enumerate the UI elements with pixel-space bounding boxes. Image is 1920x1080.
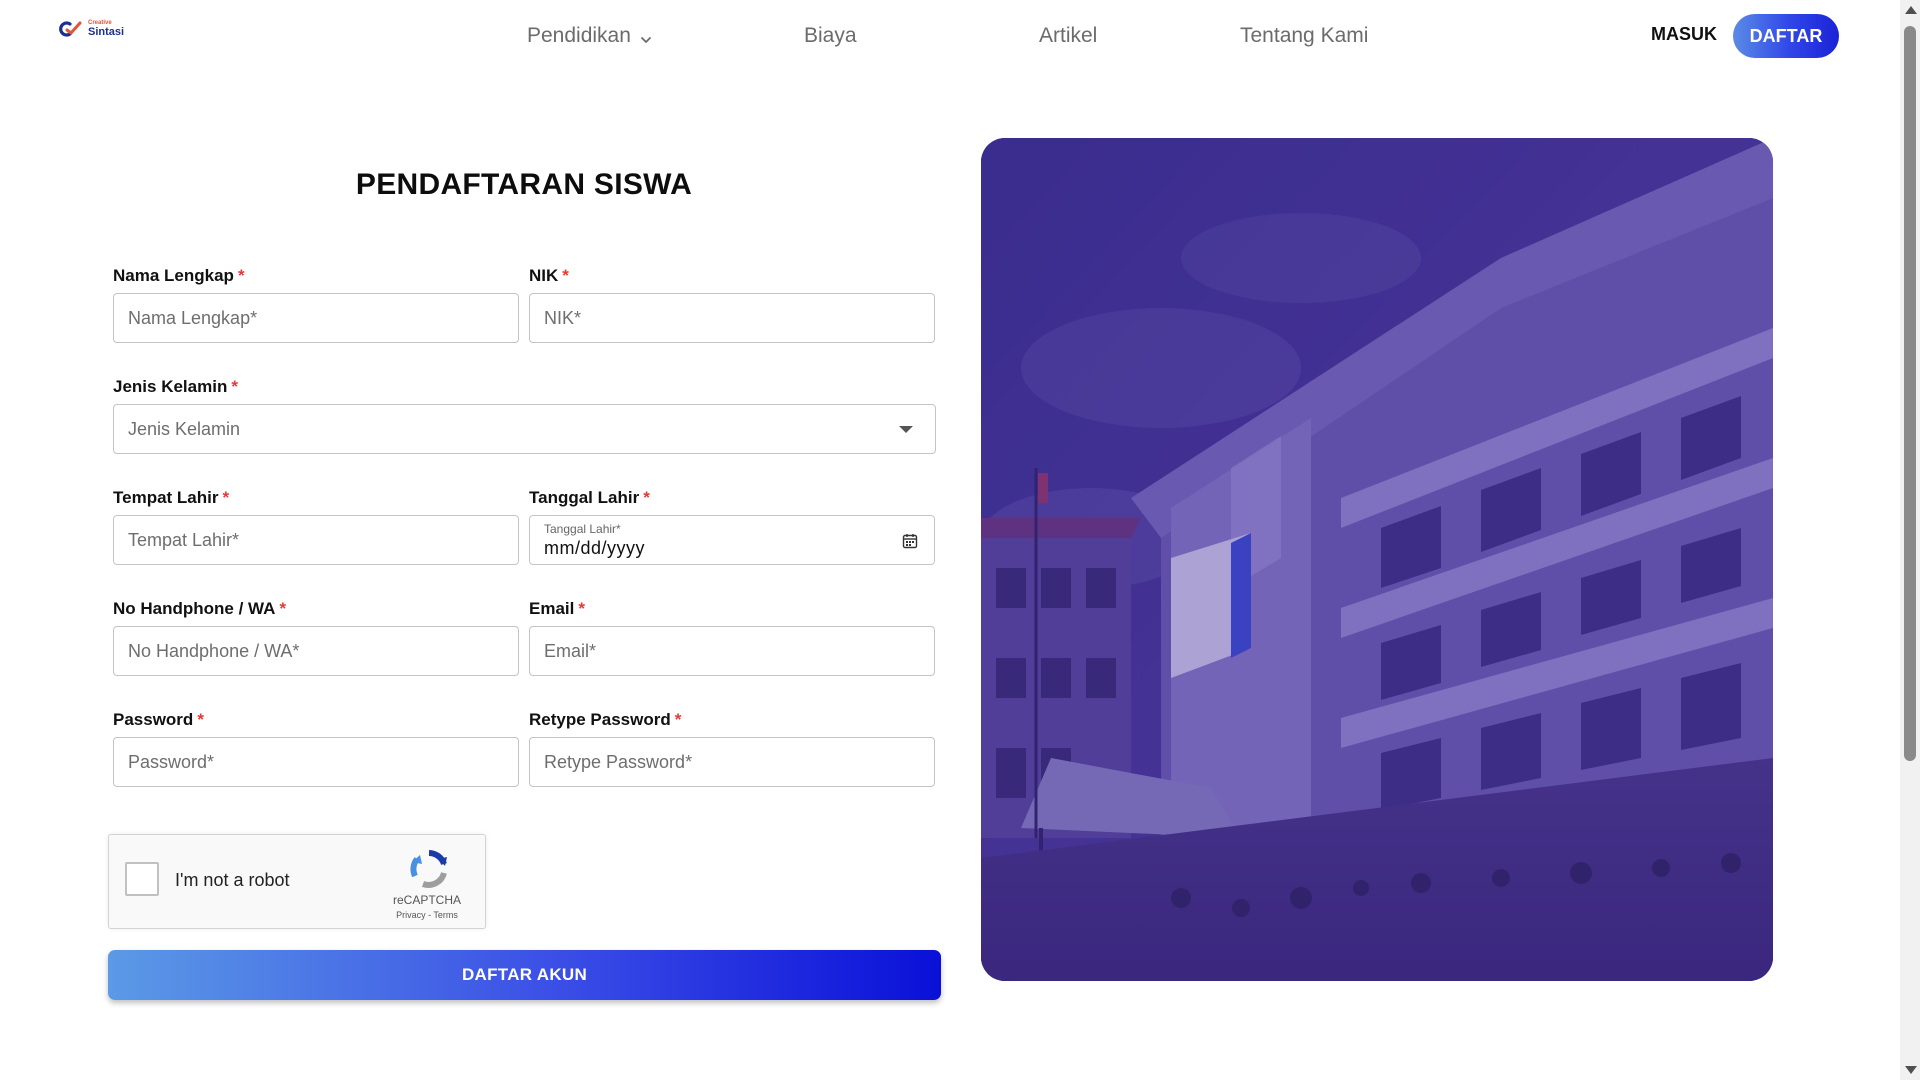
recaptcha-label: I'm not a robot — [175, 870, 290, 890]
select-value: Jenis Kelamin — [128, 418, 241, 439]
date-value: mm/dd/yyyy — [544, 538, 646, 558]
required-mark: * — [231, 377, 238, 396]
recaptcha-widget: I'm not a robot reCAPTCHA Privacy - Term… — [108, 834, 486, 929]
nav-item-label: Pendidikan — [527, 24, 631, 47]
logo-mark-icon — [59, 21, 83, 37]
field-email: Email * — [529, 598, 935, 676]
brand-logo[interactable]: Creative Sintasi — [59, 20, 124, 38]
required-mark: * — [643, 488, 650, 507]
required-mark: * — [674, 710, 682, 729]
nik-input[interactable] — [529, 293, 935, 343]
nama-lengkap-input[interactable] — [113, 293, 519, 343]
login-button[interactable]: MASUK — [1651, 24, 1717, 45]
field-label: Jenis Kelamin — [113, 377, 228, 396]
required-mark: * — [578, 599, 585, 618]
date-floating-label: Tanggal Lahir* — [544, 522, 621, 536]
top-navbar: Creative Sintasi Pendidikan Biaya Artike… — [0, 0, 1900, 72]
nav-item-tentang-kami[interactable]: Tentang Kami — [1240, 24, 1368, 48]
nav-item-label: Tentang Kami — [1240, 24, 1369, 47]
logo-name: Sintasi — [88, 26, 125, 38]
nav-item-label: Biaya — [804, 24, 857, 47]
scroll-down-arrow-icon[interactable] — [1905, 1066, 1917, 1074]
field-password: Password * — [113, 709, 519, 787]
email-input[interactable] — [529, 626, 935, 676]
recaptcha-logo-icon — [409, 849, 449, 894]
school-building-image — [981, 138, 1773, 981]
retype-password-input[interactable] — [529, 737, 935, 787]
password-input[interactable] — [113, 737, 519, 787]
daftar-akun-button[interactable]: DAFTAR AKUN — [108, 950, 941, 1000]
field-label: Nama Lengkap — [113, 266, 234, 285]
nav-item-pendidikan[interactable]: Pendidikan — [527, 24, 653, 48]
calendar-icon[interactable] — [902, 533, 918, 554]
required-mark: * — [197, 710, 204, 729]
recaptcha-brand: reCAPTCHA — [392, 893, 461, 907]
field-label: Tempat Lahir — [113, 488, 219, 507]
chevron-down-icon — [639, 29, 653, 43]
required-mark: * — [562, 266, 569, 285]
nav-item-artikel[interactable]: Artikel — [1039, 24, 1097, 48]
tempat-lahir-input[interactable] — [113, 515, 519, 565]
page-title: PENDAFTARAN SISWA — [355, 168, 693, 201]
tanggal-lahir-input[interactable]: Tanggal Lahir* mm/dd/yyyy — [529, 515, 935, 565]
field-tempat-lahir: Tempat Lahir * — [113, 487, 519, 565]
recaptcha-checkbox[interactable] — [125, 862, 159, 896]
field-jenis-kelamin: Jenis Kelamin * Jenis Kelamin — [113, 376, 936, 454]
field-nik: NIK * — [529, 265, 935, 343]
field-label: Retype Password — [529, 710, 671, 729]
caret-down-icon — [899, 426, 913, 433]
field-label: Password — [113, 710, 194, 729]
field-nama-lengkap: Nama Lengkap * — [113, 265, 519, 343]
field-retype-password: Retype Password * — [529, 709, 935, 787]
required-mark: * — [279, 599, 287, 618]
field-tanggal-lahir: Tanggal Lahir * Tanggal Lahir* mm/dd/yyyy — [529, 487, 935, 565]
nav-item-label: Artikel — [1039, 24, 1098, 47]
field-label: Tanggal Lahir — [529, 488, 640, 507]
field-no-handphone: No Handphone / WA * — [113, 598, 519, 676]
recaptcha-privacy-terms-links[interactable]: Privacy - Terms — [373, 910, 481, 920]
phone-input[interactable] — [113, 626, 519, 676]
required-mark: * — [222, 488, 230, 507]
field-label: NIK — [529, 266, 559, 285]
scrollbar-thumb[interactable] — [1904, 26, 1916, 761]
register-button[interactable]: DAFTAR — [1733, 14, 1839, 58]
field-label: Email — [529, 599, 575, 618]
nav-item-biaya[interactable]: Biaya — [804, 24, 857, 48]
scroll-up-arrow-icon[interactable] — [1905, 6, 1917, 14]
required-mark: * — [237, 266, 245, 285]
jenis-kelamin-select[interactable]: Jenis Kelamin — [113, 404, 936, 454]
page-scrollbar[interactable] — [1900, 0, 1920, 1080]
field-label: No Handphone / WA — [113, 599, 276, 618]
